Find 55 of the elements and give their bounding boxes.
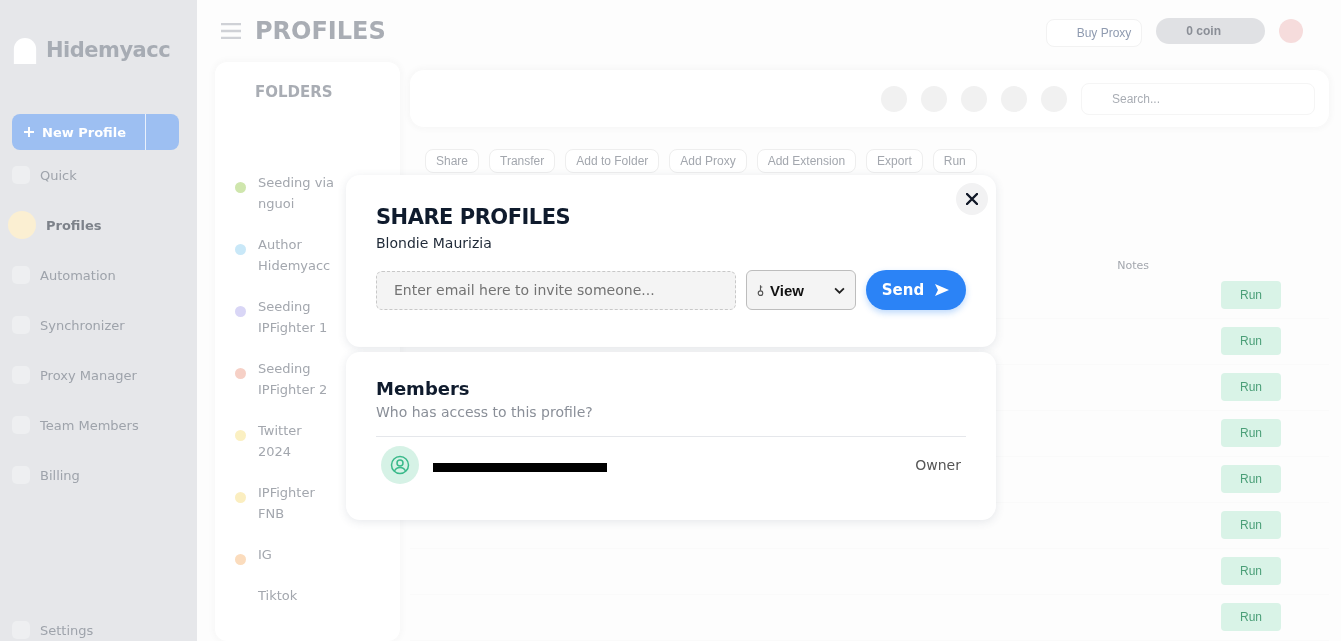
member-role: Owner bbox=[915, 457, 961, 473]
members-subtitle: Who has access to this profile? bbox=[376, 404, 594, 420]
folder-item[interactable]: Author Hidemyacc bbox=[258, 234, 338, 276]
send-button[interactable]: Send bbox=[866, 270, 966, 310]
run-button[interactable]: Run bbox=[1221, 281, 1281, 309]
menu-icon[interactable] bbox=[221, 23, 241, 39]
close-icon bbox=[966, 193, 978, 205]
logo-text: Hidemyacc bbox=[46, 38, 171, 62]
nav-item[interactable]: Team Members bbox=[12, 400, 179, 450]
nav-item[interactable]: Quick bbox=[12, 150, 179, 200]
search-field[interactable]: Search... bbox=[1081, 82, 1315, 115]
folders-title: FOLDERS bbox=[255, 83, 333, 101]
ghost-logo-icon bbox=[12, 36, 38, 64]
folder-item[interactable]: IPFighter FNB bbox=[258, 482, 338, 524]
run-button[interactable]: Run bbox=[1221, 465, 1281, 494]
close-button[interactable] bbox=[956, 183, 988, 215]
action-button[interactable]: Share bbox=[425, 149, 480, 174]
profile-name: Blondie Maurizia bbox=[376, 235, 493, 251]
nav-item[interactable]: Proxy Manager bbox=[12, 350, 179, 400]
nav-item[interactable]: Synchronizer bbox=[12, 300, 179, 350]
folder-item[interactable]: Seeding via nguoi bbox=[258, 172, 338, 214]
email-field[interactable]: Enter email here to invite someone... bbox=[376, 270, 736, 310]
action-button[interactable]: Add to Folder bbox=[565, 149, 660, 174]
send-icon bbox=[934, 283, 951, 297]
action-button[interactable]: Add Extension bbox=[756, 149, 857, 174]
folder-item[interactable]: Twitter 2024 bbox=[258, 420, 338, 462]
run-button[interactable]: Run bbox=[1221, 327, 1281, 356]
action-button[interactable]: Run bbox=[932, 149, 977, 174]
plus-icon bbox=[24, 127, 34, 137]
nav-item[interactable]: Settings bbox=[12, 619, 179, 641]
user-icon bbox=[390, 455, 410, 475]
run-button[interactable]: Run bbox=[1221, 603, 1281, 632]
folder-item[interactable]: Seeding IPFighter 1 bbox=[258, 296, 338, 338]
action-button[interactable]: Export bbox=[866, 149, 923, 174]
coin-balance-pill[interactable]: 0 coin bbox=[1156, 18, 1265, 44]
run-button[interactable]: Run bbox=[1221, 511, 1281, 540]
run-button[interactable]: Run bbox=[1221, 373, 1281, 402]
dialog-title: SHARE PROFILES bbox=[376, 205, 572, 229]
buy-proxy-button[interactable]: Buy Proxy bbox=[1045, 19, 1143, 47]
run-button[interactable]: Run bbox=[1221, 419, 1281, 448]
nav-item[interactable]: Automation bbox=[12, 250, 179, 300]
avatar-icon[interactable] bbox=[1279, 19, 1303, 43]
folder-item[interactable]: Tiktok bbox=[258, 585, 338, 606]
folder-item[interactable]: IG bbox=[258, 544, 338, 565]
run-button[interactable]: Run bbox=[1221, 557, 1281, 586]
action-button[interactable]: Add Proxy bbox=[669, 149, 747, 174]
members-title: Members bbox=[376, 378, 471, 399]
permission-dropdown[interactable]: View bbox=[746, 270, 856, 310]
nav-item[interactable]: Billing bbox=[12, 450, 179, 500]
key-icon bbox=[757, 283, 764, 297]
folder-item[interactable]: Seeding IPFighter 2 bbox=[258, 358, 338, 400]
chevron-down-icon bbox=[834, 286, 845, 294]
action-button[interactable]: Transfer bbox=[489, 149, 556, 174]
page-title: PROFILES bbox=[255, 17, 386, 45]
column-header: Notes bbox=[1117, 259, 1149, 273]
